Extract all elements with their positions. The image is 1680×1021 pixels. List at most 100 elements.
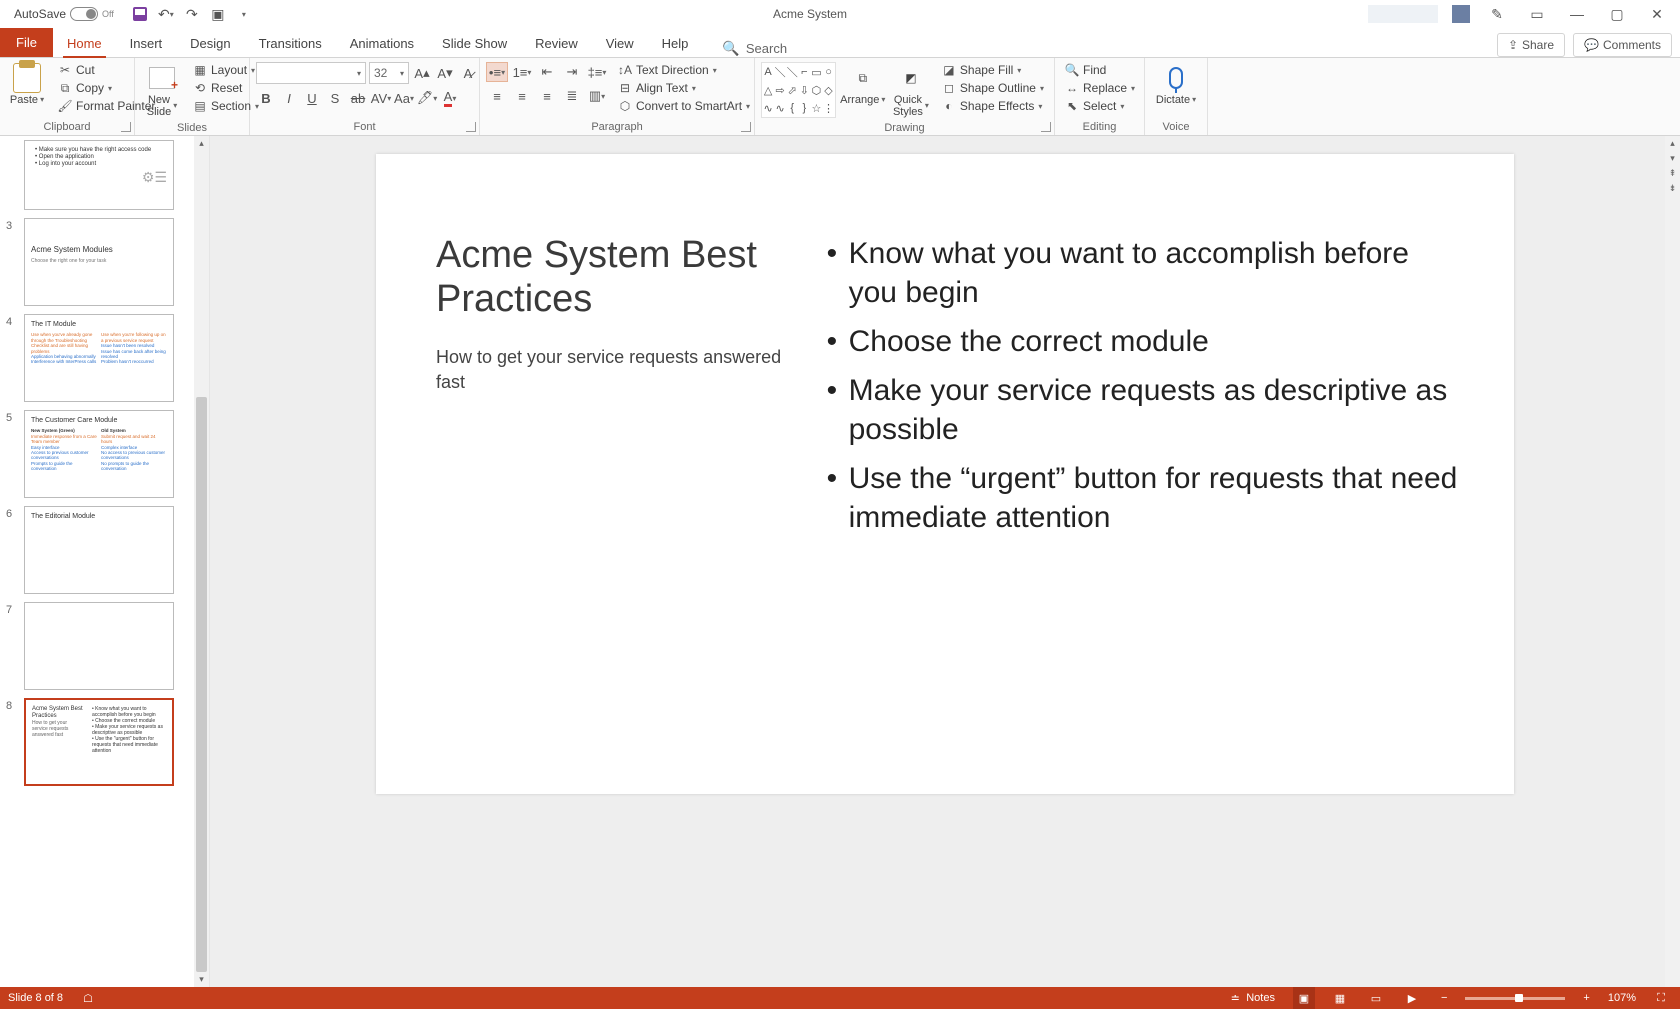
thumbnail-scrollbar[interactable]: ▴ ▾	[194, 136, 209, 987]
user-avatar[interactable]	[1452, 5, 1470, 23]
shape-star-icon[interactable]: ☆	[810, 99, 822, 117]
tab-home[interactable]: Home	[53, 30, 116, 57]
convert-smartart-button[interactable]: ⬡Convert to SmartArt▾	[614, 98, 754, 114]
slide-title-area[interactable]: Acme System Best Practices How to get yo…	[436, 234, 827, 744]
zoom-slider[interactable]	[1465, 997, 1565, 1000]
paste-button[interactable]: Paste▾	[6, 62, 48, 108]
scrollbar-thumb[interactable]	[196, 397, 207, 972]
italic-button[interactable]: I	[279, 88, 299, 108]
shape-textbox-icon[interactable]: A	[762, 63, 774, 81]
slide-canvas[interactable]: Acme System Best Practices How to get yo…	[376, 154, 1514, 794]
shape-effects-button[interactable]: ◐Shape Effects▾	[938, 98, 1048, 114]
tab-design[interactable]: Design	[176, 30, 244, 57]
scroll-down-icon[interactable]: ▾	[1665, 151, 1680, 166]
bold-button[interactable]: B	[256, 88, 276, 108]
scroll-up-icon[interactable]: ▴	[1665, 136, 1680, 151]
zoom-in-button[interactable]: +	[1579, 992, 1593, 1004]
shape-oval-icon[interactable]: ○	[822, 63, 834, 81]
line-spacing-button[interactable]: ‡≡▾	[586, 62, 608, 82]
shape-arrow-r-icon[interactable]: ⇨	[774, 81, 786, 99]
shape-triangle-icon[interactable]: △	[762, 81, 774, 99]
paragraph-dialog-launcher[interactable]	[741, 122, 751, 132]
qat-customize-icon[interactable]: ▾	[236, 6, 252, 22]
notes-button[interactable]: ≐Notes	[1224, 987, 1279, 1009]
font-size-selector[interactable]: 32▾	[369, 62, 409, 84]
align-center-button[interactable]: ≡	[511, 86, 533, 106]
drawing-dialog-launcher[interactable]	[1041, 122, 1051, 132]
save-icon[interactable]	[132, 6, 148, 22]
tab-help[interactable]: Help	[648, 30, 703, 57]
slide-counter[interactable]: Slide 8 of 8	[8, 992, 63, 1004]
slide-content-area[interactable]: •Know what you want to accomplish before…	[827, 234, 1464, 744]
font-family-selector[interactable]: ▾	[256, 62, 366, 84]
slide-thumbnail-4[interactable]: The IT Module Use when you've already go…	[24, 314, 174, 402]
redo-icon[interactable]: ↷	[184, 6, 200, 22]
accessibility-check-button[interactable]: ☖	[77, 987, 99, 1009]
comments-button[interactable]: 💬Comments	[1573, 33, 1672, 57]
shapes-more-icon[interactable]: ⋮	[822, 99, 834, 117]
replace-button[interactable]: ↔Replace▾	[1061, 80, 1139, 96]
scroll-down-icon[interactable]: ▾	[194, 972, 209, 987]
clipboard-dialog-launcher[interactable]	[121, 122, 131, 132]
scroll-up-icon[interactable]: ▴	[194, 136, 209, 151]
slide-thumbnail-8[interactable]: Acme System Best Practices How to get yo…	[24, 698, 174, 786]
font-color-button[interactable]: A▾	[440, 88, 460, 108]
font-dialog-launcher[interactable]	[466, 122, 476, 132]
align-right-button[interactable]: ≡	[536, 86, 558, 106]
find-button[interactable]: 🔍Find	[1061, 62, 1139, 78]
tab-animations[interactable]: Animations	[336, 30, 428, 57]
font-highlight-button[interactable]: 🖊▾	[417, 88, 437, 108]
arrange-button[interactable]: ⧉ Arrange▾	[842, 62, 884, 108]
shape-line-icon[interactable]: ＼	[774, 63, 786, 81]
slideshow-view-button[interactable]: ▶	[1401, 987, 1423, 1009]
strikethrough-button[interactable]: ab	[348, 88, 368, 108]
bullets-button[interactable]: •≡▾	[486, 62, 508, 82]
tab-slideshow[interactable]: Slide Show	[428, 30, 521, 57]
shape-brace-r-icon[interactable]: }	[798, 99, 810, 117]
normal-view-button[interactable]: ▣	[1293, 987, 1315, 1009]
close-button[interactable]: ✕	[1644, 2, 1670, 26]
zoom-percent[interactable]: 107%	[1608, 992, 1636, 1004]
underline-button[interactable]: U	[302, 88, 322, 108]
character-spacing-button[interactable]: AV▾	[371, 88, 391, 108]
undo-icon[interactable]: ↶▾	[158, 6, 174, 22]
clear-formatting-button[interactable]: A̷	[458, 63, 478, 83]
shape-curve-icon[interactable]: ∿	[762, 99, 774, 117]
text-direction-button[interactable]: ↕AText Direction▾	[614, 62, 754, 78]
tab-transitions[interactable]: Transitions	[245, 30, 336, 57]
justify-button[interactable]: ≣	[561, 86, 583, 106]
shapes-gallery[interactable]: A＼＼⌐▭○ △⇨⬀⇩⬡◇ ∿∿{}☆⋮	[761, 62, 836, 118]
next-slide-icon[interactable]: ⇟	[1665, 181, 1680, 196]
slide-thumbnail-5[interactable]: The Customer Care Module New System (Gre…	[24, 410, 174, 498]
shape-rect-icon[interactable]: ▭	[810, 63, 822, 81]
change-case-button[interactable]: Aa▾	[394, 88, 414, 108]
shadow-button[interactable]: S	[325, 88, 345, 108]
columns-button[interactable]: ▥▾	[586, 86, 608, 106]
align-text-button[interactable]: ⊟Align Text▾	[614, 80, 754, 96]
slide-thumbnail-3[interactable]: Acme System Modules Choose the right one…	[24, 218, 174, 306]
select-button[interactable]: ⬉Select▾	[1061, 98, 1139, 114]
zoom-slider-knob[interactable]	[1515, 994, 1523, 1002]
shape-fill-button[interactable]: ◪Shape Fill▾	[938, 62, 1048, 78]
slide-sorter-view-button[interactable]: ▦	[1329, 987, 1351, 1009]
ribbon-display-options-icon[interactable]: ▭	[1524, 2, 1550, 26]
tab-insert[interactable]: Insert	[116, 30, 177, 57]
present-from-beginning-icon[interactable]: ▣	[210, 6, 226, 22]
autosave-toggle[interactable]: AutoSave Off	[14, 7, 114, 21]
reading-view-button[interactable]: ▭	[1365, 987, 1387, 1009]
slide-thumbnail-6[interactable]: The Editorial Module	[24, 506, 174, 594]
tab-view[interactable]: View	[592, 30, 648, 57]
shape-arrow-d-icon[interactable]: ⇩	[798, 81, 810, 99]
dictate-button[interactable]: Dictate▾	[1151, 62, 1201, 108]
tab-file[interactable]: File	[0, 28, 53, 57]
toggle-pill-icon[interactable]	[70, 7, 98, 21]
shape-connector-icon[interactable]: ⌐	[798, 63, 810, 81]
share-button[interactable]: ⇪Share	[1497, 33, 1565, 57]
tell-me-search[interactable]: 🔍 Search	[722, 40, 787, 57]
maximize-button[interactable]: ▢	[1604, 2, 1630, 26]
increase-indent-button[interactable]: ⇥	[561, 62, 583, 82]
minimize-button[interactable]: —	[1564, 2, 1590, 26]
coming-soon-icon[interactable]: ✎	[1484, 2, 1510, 26]
fit-to-window-button[interactable]: ⛶	[1650, 987, 1672, 1009]
decrease-font-size-button[interactable]: A▾	[435, 63, 455, 83]
